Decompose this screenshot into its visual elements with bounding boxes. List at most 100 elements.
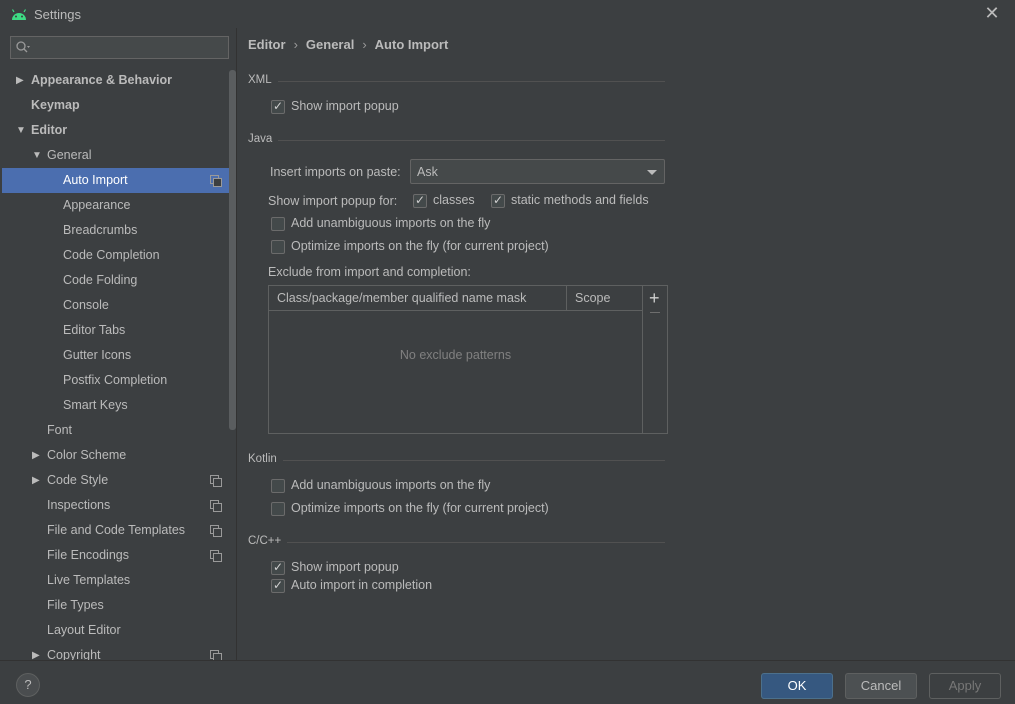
breadcrumb: Editor › General › Auto Import bbox=[248, 37, 448, 52]
empty-table-text: No exclude patterns bbox=[399, 348, 512, 362]
project-settings-icon bbox=[210, 175, 222, 187]
checkbox-unchecked-icon[interactable] bbox=[271, 502, 285, 516]
tree-item-label: Postfix Completion bbox=[63, 373, 168, 387]
checkbox-label: Optimize imports on the fly (for current… bbox=[291, 239, 549, 253]
checkbox-label: Auto import in completion bbox=[291, 578, 433, 592]
tree-item-label: File Types bbox=[47, 598, 104, 612]
tree-item-general[interactable]: ▼ General bbox=[2, 143, 236, 168]
help-icon[interactable]: ? bbox=[16, 673, 40, 697]
column-header-scope[interactable]: Scope bbox=[575, 291, 610, 305]
settings-sidebar: ▶ Appearance & Behavior Keymap ▼ Editor … bbox=[0, 28, 236, 662]
ok-button[interactable]: OK bbox=[761, 673, 833, 699]
add-icon[interactable]: + bbox=[649, 286, 660, 310]
tree-item-inspections[interactable]: Inspections bbox=[2, 493, 236, 518]
search-icon bbox=[16, 41, 30, 53]
tree-item-label: Font bbox=[47, 423, 73, 437]
tree-item-layout-editor[interactable]: Layout Editor bbox=[2, 618, 236, 643]
column-separator[interactable] bbox=[566, 286, 567, 311]
tree-item-label: Breadcrumbs bbox=[63, 223, 138, 237]
checkbox-checked-icon[interactable] bbox=[271, 578, 285, 593]
tree-item-label: Live Templates bbox=[47, 573, 131, 587]
show-popup-for-label: Show import popup for: bbox=[268, 194, 398, 208]
breadcrumb-separator-icon: › bbox=[362, 37, 367, 52]
tree-item-smart-keys[interactable]: Smart Keys bbox=[2, 393, 236, 418]
select-value: Ask bbox=[417, 165, 438, 179]
tree-item-label: Layout Editor bbox=[47, 623, 121, 637]
tree-item-console[interactable]: Console bbox=[2, 293, 236, 318]
tree-item-appearance[interactable]: Appearance bbox=[2, 193, 236, 218]
collapse-arrow-icon[interactable]: ▼ bbox=[16, 118, 26, 143]
breadcrumb-general: General bbox=[305, 37, 355, 52]
section-title: C/C++ bbox=[248, 535, 288, 547]
checkbox-unchecked-icon[interactable] bbox=[271, 240, 285, 254]
tree-item-editor[interactable]: ▼ Editor bbox=[2, 118, 236, 143]
section-title: Kotlin bbox=[248, 453, 283, 465]
android-icon bbox=[11, 9, 27, 20]
dialog-footer: ? OK Cancel Apply bbox=[0, 660, 1015, 704]
checkbox-label: Show import popup bbox=[291, 99, 399, 113]
checkbox-label: Show import popup bbox=[291, 560, 399, 574]
tree-item-label: Color Scheme bbox=[47, 448, 127, 462]
section-divider bbox=[248, 81, 665, 82]
breadcrumb-editor: Editor bbox=[248, 37, 286, 52]
apply-button[interactable]: Apply bbox=[929, 673, 1001, 699]
cancel-button[interactable]: Cancel bbox=[845, 673, 917, 699]
tree-item-code-folding[interactable]: Code Folding bbox=[2, 268, 236, 293]
section-title: Java bbox=[248, 133, 279, 145]
tree-item-label: File Encodings bbox=[47, 548, 129, 562]
tree-item-label: Inspections bbox=[47, 498, 111, 512]
tree-item-label: Appearance & Behavior bbox=[31, 73, 173, 87]
tree-item-code-style[interactable]: ▶ Code Style bbox=[2, 468, 236, 493]
tree-item-breadcrumbs[interactable]: Breadcrumbs bbox=[2, 218, 236, 243]
section-cpp: C/C++ bbox=[248, 535, 665, 549]
checkbox-label: Optimize imports on the fly (for current… bbox=[291, 501, 549, 515]
insert-imports-select[interactable]: Ask bbox=[410, 159, 665, 184]
tree-item-label: Code Style bbox=[47, 473, 109, 487]
tree-item-file-code-templates[interactable]: File and Code Templates bbox=[2, 518, 236, 543]
tree-item-live-templates[interactable]: Live Templates bbox=[2, 568, 236, 593]
expand-arrow-icon[interactable]: ▶ bbox=[32, 468, 40, 493]
tree-item-code-completion[interactable]: Code Completion bbox=[2, 243, 236, 268]
column-header-mask[interactable]: Class/package/member qualified name mask bbox=[277, 291, 526, 305]
tree-item-color-scheme[interactable]: ▶ Color Scheme bbox=[2, 443, 236, 468]
tree-item-editor-tabs[interactable]: Editor Tabs bbox=[2, 318, 236, 343]
section-divider bbox=[248, 460, 665, 461]
tree-item-file-encodings[interactable]: File Encodings bbox=[2, 543, 236, 568]
tree-item-label: Appearance bbox=[63, 198, 131, 212]
tree-item-file-types[interactable]: File Types bbox=[2, 593, 236, 618]
checkbox-checked-icon[interactable] bbox=[271, 560, 285, 575]
tree-item-postfix-completion[interactable]: Postfix Completion bbox=[2, 368, 236, 393]
table-header: Class/package/member qualified name mask… bbox=[269, 286, 642, 311]
exclude-table: Class/package/member qualified name mask… bbox=[268, 285, 668, 434]
close-icon[interactable]: ✕ bbox=[983, 4, 1001, 22]
tree-item-auto-import[interactable]: Auto Import bbox=[2, 168, 236, 193]
expand-arrow-icon[interactable]: ▶ bbox=[32, 443, 40, 468]
tree-item-font[interactable]: Font bbox=[2, 418, 236, 443]
exclude-label: Exclude from import and completion: bbox=[268, 265, 471, 279]
checkbox-checked-icon[interactable] bbox=[271, 99, 285, 114]
remove-icon[interactable] bbox=[650, 312, 660, 313]
project-settings-icon bbox=[210, 525, 222, 537]
section-kotlin: Kotlin bbox=[248, 453, 665, 467]
checkbox-checked-icon[interactable] bbox=[413, 193, 427, 208]
section-java: Java bbox=[248, 133, 665, 147]
tree-item-label: Code Folding bbox=[63, 273, 138, 287]
tree-item-appearance-behavior[interactable]: ▶ Appearance & Behavior bbox=[2, 68, 236, 93]
project-settings-icon bbox=[210, 650, 222, 662]
checkbox-label: Add unambiguous imports on the fly bbox=[291, 478, 491, 492]
collapse-arrow-icon[interactable]: ▼ bbox=[32, 143, 42, 168]
checkbox-unchecked-icon[interactable] bbox=[271, 479, 285, 493]
section-title: XML bbox=[248, 74, 278, 86]
checkbox-checked-icon[interactable] bbox=[491, 193, 505, 208]
project-settings-icon bbox=[210, 500, 222, 512]
search-input[interactable] bbox=[10, 36, 229, 59]
tree-item-label: Console bbox=[63, 298, 109, 312]
tree-item-keymap[interactable]: Keymap bbox=[2, 93, 236, 118]
checkbox-unchecked-icon[interactable] bbox=[271, 217, 285, 231]
sidebar-scrollbar[interactable] bbox=[229, 70, 236, 430]
chevron-down-icon bbox=[647, 170, 657, 175]
tree-item-label: Editor Tabs bbox=[63, 323, 126, 337]
tree-item-gutter-icons[interactable]: Gutter Icons bbox=[2, 343, 236, 368]
expand-arrow-icon[interactable]: ▶ bbox=[16, 68, 24, 93]
breadcrumb-separator-icon: › bbox=[293, 37, 298, 52]
